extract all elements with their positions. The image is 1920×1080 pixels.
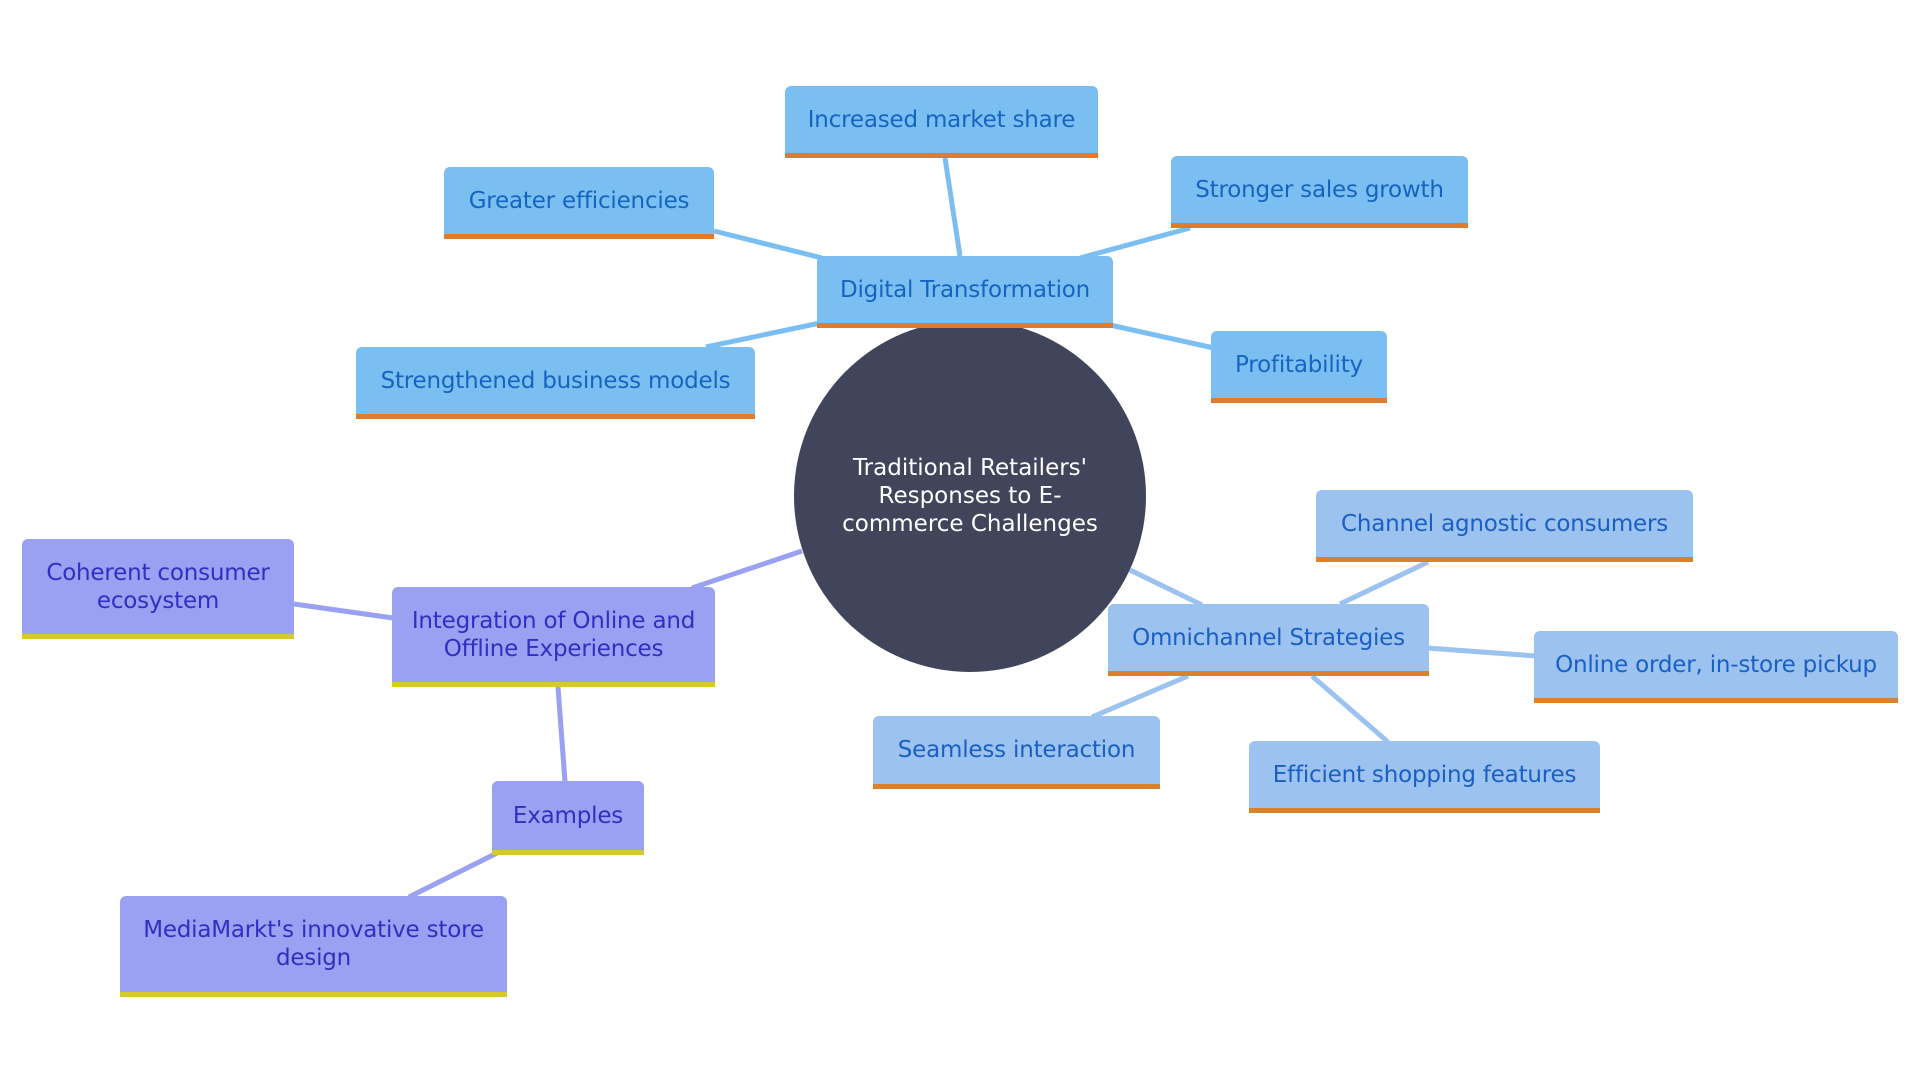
node-greater-efficiencies[interactable]: Greater efficiencies bbox=[444, 167, 714, 239]
node-omnichannel-strategies[interactable]: Omnichannel Strategies bbox=[1108, 604, 1429, 676]
node-label: Coherent consumer ecosystem bbox=[46, 559, 270, 614]
node-integration-online-offline[interactable]: Integration of Online and Offline Experi… bbox=[392, 587, 715, 687]
node-online-order-in-store-pickup[interactable]: Online order, in-store pickup bbox=[1534, 631, 1898, 703]
node-label: Examples bbox=[512, 802, 624, 829]
edge-omni-efficient bbox=[1310, 674, 1390, 744]
node-seamless-interaction[interactable]: Seamless interaction bbox=[873, 716, 1160, 789]
node-profitability[interactable]: Profitability bbox=[1211, 331, 1387, 403]
node-label: Digital Transformation bbox=[839, 276, 1091, 303]
edge-omni-agnostic bbox=[1338, 559, 1430, 607]
node-label: Integration of Online and Offline Experi… bbox=[411, 607, 696, 662]
node-mediamarkt-store-design[interactable]: MediaMarkt's innovative store design bbox=[120, 896, 507, 997]
node-label: Online order, in-store pickup bbox=[1555, 651, 1877, 678]
node-label: Greater efficiencies bbox=[468, 187, 690, 214]
edge-integration-examples bbox=[555, 686, 568, 783]
node-label: Efficient shopping features bbox=[1272, 761, 1577, 788]
root-topic-circle[interactable]: Traditional Retailers' Responses to E-co… bbox=[794, 320, 1146, 672]
edge-integration-coherent bbox=[293, 601, 394, 621]
edge-digital-efficiencies bbox=[713, 228, 823, 261]
root-topic-label: Traditional Retailers' Responses to E-co… bbox=[842, 455, 1098, 537]
node-coherent-consumer-ecosystem[interactable]: Coherent consumer ecosystem bbox=[22, 539, 294, 639]
node-label: MediaMarkt's innovative store design bbox=[143, 917, 484, 971]
node-stronger-sales-growth[interactable]: Stronger sales growth bbox=[1171, 156, 1468, 228]
edge-omni-pickup bbox=[1426, 645, 1537, 659]
node-efficient-shopping-features[interactable]: Efficient shopping features bbox=[1249, 741, 1600, 813]
edge-digital-business bbox=[705, 320, 821, 350]
edge-digital-market bbox=[942, 157, 963, 257]
node-strengthened-business-models[interactable]: Strengthened business models bbox=[356, 347, 755, 419]
node-label: Stronger sales growth bbox=[1195, 176, 1444, 203]
edge-examples-mediamarkt bbox=[407, 850, 499, 900]
edge-omni-seamless bbox=[1091, 673, 1189, 720]
node-label: Profitability bbox=[1235, 351, 1363, 378]
edge-digital-profit bbox=[1109, 322, 1215, 351]
edge-digital-sales bbox=[1079, 225, 1191, 261]
node-label: Increased market share bbox=[807, 106, 1076, 133]
node-label: Channel agnostic consumers bbox=[1340, 510, 1669, 537]
edge-root-omni bbox=[1128, 567, 1204, 608]
node-digital-transformation[interactable]: Digital Transformation bbox=[817, 256, 1113, 328]
node-label: Seamless interaction bbox=[897, 737, 1136, 763]
node-examples[interactable]: Examples bbox=[492, 781, 644, 855]
edge-root-integration bbox=[691, 548, 803, 591]
node-label: Omnichannel Strategies bbox=[1132, 624, 1405, 651]
node-label: Strengthened business models bbox=[380, 367, 731, 394]
node-increased-market-share[interactable]: Increased market share bbox=[785, 86, 1098, 158]
node-channel-agnostic-consumers[interactable]: Channel agnostic consumers bbox=[1316, 490, 1693, 562]
